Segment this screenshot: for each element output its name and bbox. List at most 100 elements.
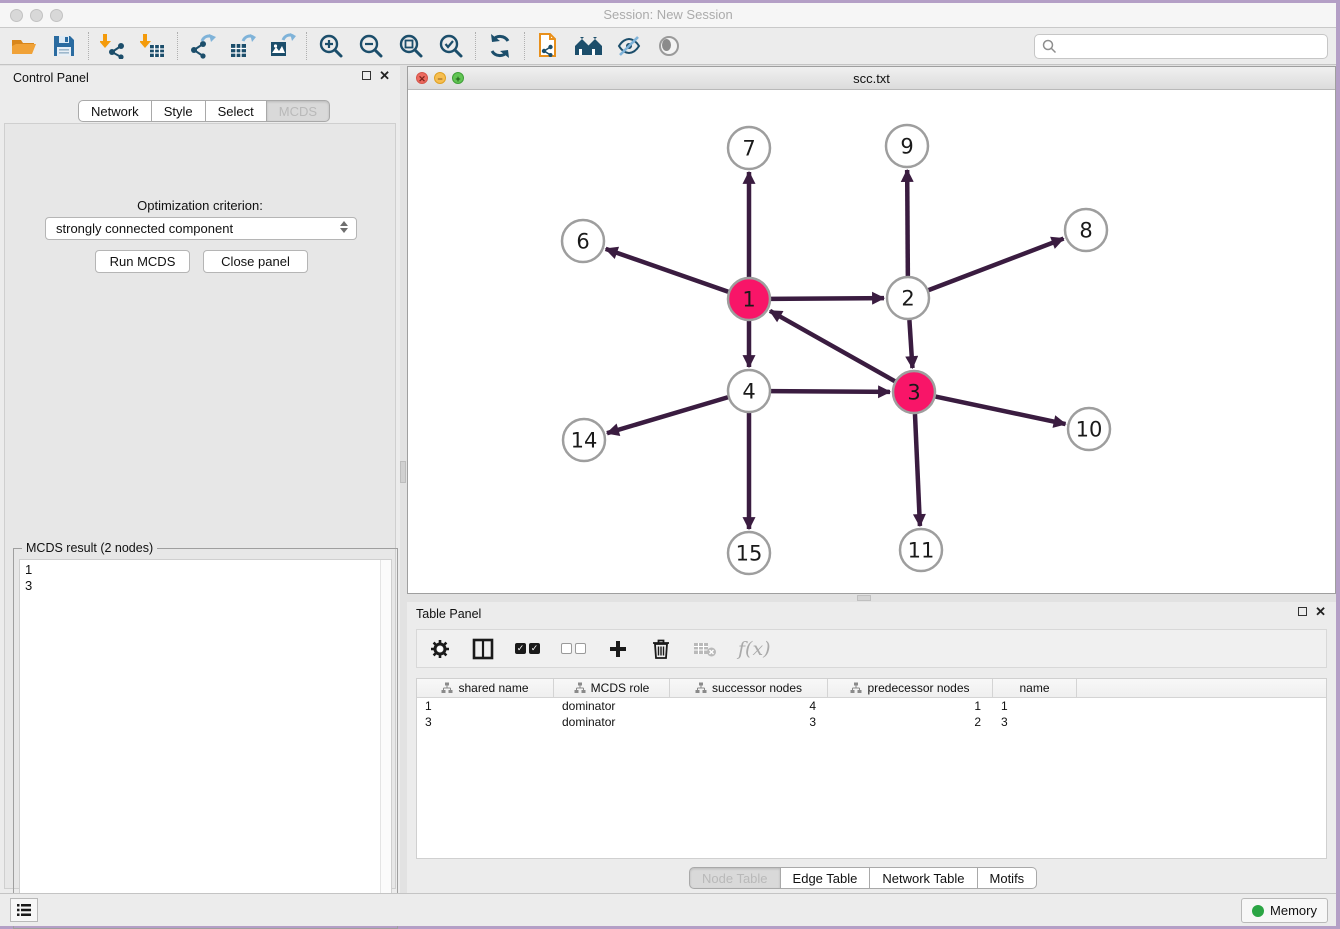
result-line: 3	[25, 578, 386, 594]
home-icon[interactable]	[569, 30, 609, 62]
list-icon	[16, 903, 32, 917]
result-line: 1	[25, 562, 386, 578]
memory-button[interactable]: Memory	[1241, 898, 1328, 923]
graph-edge-3-1[interactable]	[770, 311, 895, 381]
horizontal-splitter-handle[interactable]	[857, 595, 871, 601]
network-clone-icon[interactable]	[529, 30, 569, 62]
column-header-shared-name[interactable]: shared name	[417, 679, 554, 697]
graph-node-label: 11	[908, 539, 935, 563]
network-window-titlebar[interactable]: ✕ − + scc.txt	[408, 67, 1335, 90]
graph-edge-1-6[interactable]	[606, 249, 729, 292]
table-toolbar: ✓✓ f(x)	[416, 629, 1327, 668]
network-graph[interactable]: 7968124314101511	[408, 90, 1335, 593]
column-header-predecessor-nodes[interactable]: predecessor nodes	[828, 679, 993, 697]
graph-node-label: 10	[1076, 418, 1103, 442]
tab-mcds[interactable]: MCDS	[267, 100, 330, 122]
graph-edge-2-3[interactable]	[909, 320, 912, 368]
table-cell[interactable]: dominator	[554, 714, 670, 730]
graph-edge-2-8[interactable]	[929, 239, 1064, 291]
tab-node-table[interactable]: Node Table	[689, 867, 781, 889]
application-window: Session: New Session	[0, 3, 1336, 926]
main-toolbar	[0, 28, 1336, 65]
delete-icon[interactable]	[650, 637, 672, 661]
gear-icon[interactable]	[429, 637, 451, 661]
control-panel: Control Panel ✕ Network Style Select MCD…	[0, 66, 400, 893]
save-session-icon[interactable]	[44, 30, 84, 62]
zoom-out-icon[interactable]	[351, 30, 391, 62]
table-cell[interactable]: dominator	[554, 698, 670, 714]
table-cell[interactable]: 3	[993, 714, 1077, 730]
column-header-MCDS-role[interactable]: MCDS role	[554, 679, 670, 697]
tab-select[interactable]: Select	[206, 100, 267, 122]
table-cell[interactable]: 3	[670, 714, 828, 730]
task-history-button[interactable]	[10, 898, 38, 922]
vertical-splitter-handle[interactable]	[400, 461, 406, 483]
table-cell[interactable]: 1	[828, 698, 993, 714]
tab-motifs[interactable]: Motifs	[978, 867, 1038, 889]
graph-edge-4-14[interactable]	[607, 397, 728, 433]
select-all-icon[interactable]: ✓✓	[515, 637, 540, 661]
control-panel-header: Control Panel ✕	[0, 66, 400, 90]
table-panel: Table Panel ✕ ✓✓ f(x)	[407, 602, 1336, 893]
table-tabs: Node Table Edge Table Network Table Moti…	[689, 867, 1037, 889]
table-body: 1dominator4113dominator323	[417, 698, 1326, 730]
tab-network[interactable]: Network	[78, 100, 152, 122]
zoom-fit-icon[interactable]	[391, 30, 431, 62]
column-panel-icon[interactable]	[472, 637, 494, 661]
tab-edge-table[interactable]: Edge Table	[781, 867, 871, 889]
table-cell[interactable]: 4	[670, 698, 828, 714]
zoom-in-icon[interactable]	[311, 30, 351, 62]
graph-edge-3-10[interactable]	[936, 397, 1066, 424]
graph-edge-1-2[interactable]	[771, 298, 884, 299]
deselect-all-icon[interactable]	[561, 637, 586, 661]
graph-node-label: 4	[742, 380, 755, 404]
table-row[interactable]: 1dominator411	[417, 698, 1326, 714]
search-field[interactable]	[1034, 34, 1328, 59]
control-panel-tabs: Network Style Select MCDS	[78, 100, 330, 122]
function-builder-icon: f(x)	[738, 637, 771, 661]
close-panel-icon[interactable]: ✕	[379, 71, 390, 80]
table-cell[interactable]: 1	[993, 698, 1077, 714]
graph-edge-3-11[interactable]	[915, 414, 920, 526]
add-column-icon[interactable]	[607, 637, 629, 661]
graph-node-label: 6	[576, 230, 589, 254]
import-network-icon[interactable]	[93, 30, 133, 62]
bird-eye-icon[interactable]	[649, 30, 689, 62]
table-cell[interactable]: 3	[417, 714, 554, 730]
mcds-result-list[interactable]: 1 3	[19, 559, 392, 923]
table-cell[interactable]: 2	[828, 714, 993, 730]
close-panel-button[interactable]: Close panel	[203, 250, 308, 273]
result-scrollbar[interactable]	[380, 560, 391, 922]
open-session-icon[interactable]	[4, 30, 44, 62]
control-panel-title: Control Panel	[13, 71, 89, 85]
close-table-panel-icon[interactable]: ✕	[1315, 607, 1326, 616]
graph-edge-4-3[interactable]	[771, 391, 890, 392]
table-cell[interactable]: 1	[417, 698, 554, 714]
mcds-result-fieldset: MCDS result (2 nodes) 1 3	[13, 548, 398, 929]
mcds-result-title: MCDS result (2 nodes)	[22, 541, 157, 555]
export-image-icon[interactable]	[262, 30, 302, 62]
search-input[interactable]	[1061, 35, 1327, 58]
mcds-panel-content: Optimization criterion: strongly connect…	[4, 123, 396, 889]
graph-edge-2-9[interactable]	[907, 170, 908, 276]
network-view-window: ✕ − + scc.txt 7968124314101511	[407, 66, 1336, 594]
hide-graphics-icon[interactable]	[609, 30, 649, 62]
export-network-icon[interactable]	[182, 30, 222, 62]
table-row[interactable]: 3dominator323	[417, 714, 1326, 730]
refresh-icon[interactable]	[480, 30, 520, 62]
column-header-successor-nodes[interactable]: successor nodes	[670, 679, 828, 697]
float-panel-icon[interactable]	[362, 71, 371, 80]
column-header-name[interactable]: name	[993, 679, 1077, 697]
tab-style[interactable]: Style	[152, 100, 206, 122]
network-window-title: scc.txt	[408, 71, 1335, 86]
import-table-icon[interactable]	[133, 30, 173, 62]
export-table-icon[interactable]	[222, 30, 262, 62]
run-mcds-button[interactable]: Run MCDS	[95, 250, 190, 273]
zoom-selected-icon[interactable]	[431, 30, 471, 62]
tab-network-table[interactable]: Network Table	[870, 867, 977, 889]
criterion-select[interactable]: strongly connected component	[45, 217, 357, 240]
float-table-panel-icon[interactable]	[1298, 607, 1307, 616]
graph-node-label: 1	[742, 288, 755, 312]
graph-node-label: 3	[907, 381, 920, 405]
table-panel-title: Table Panel	[416, 607, 481, 621]
